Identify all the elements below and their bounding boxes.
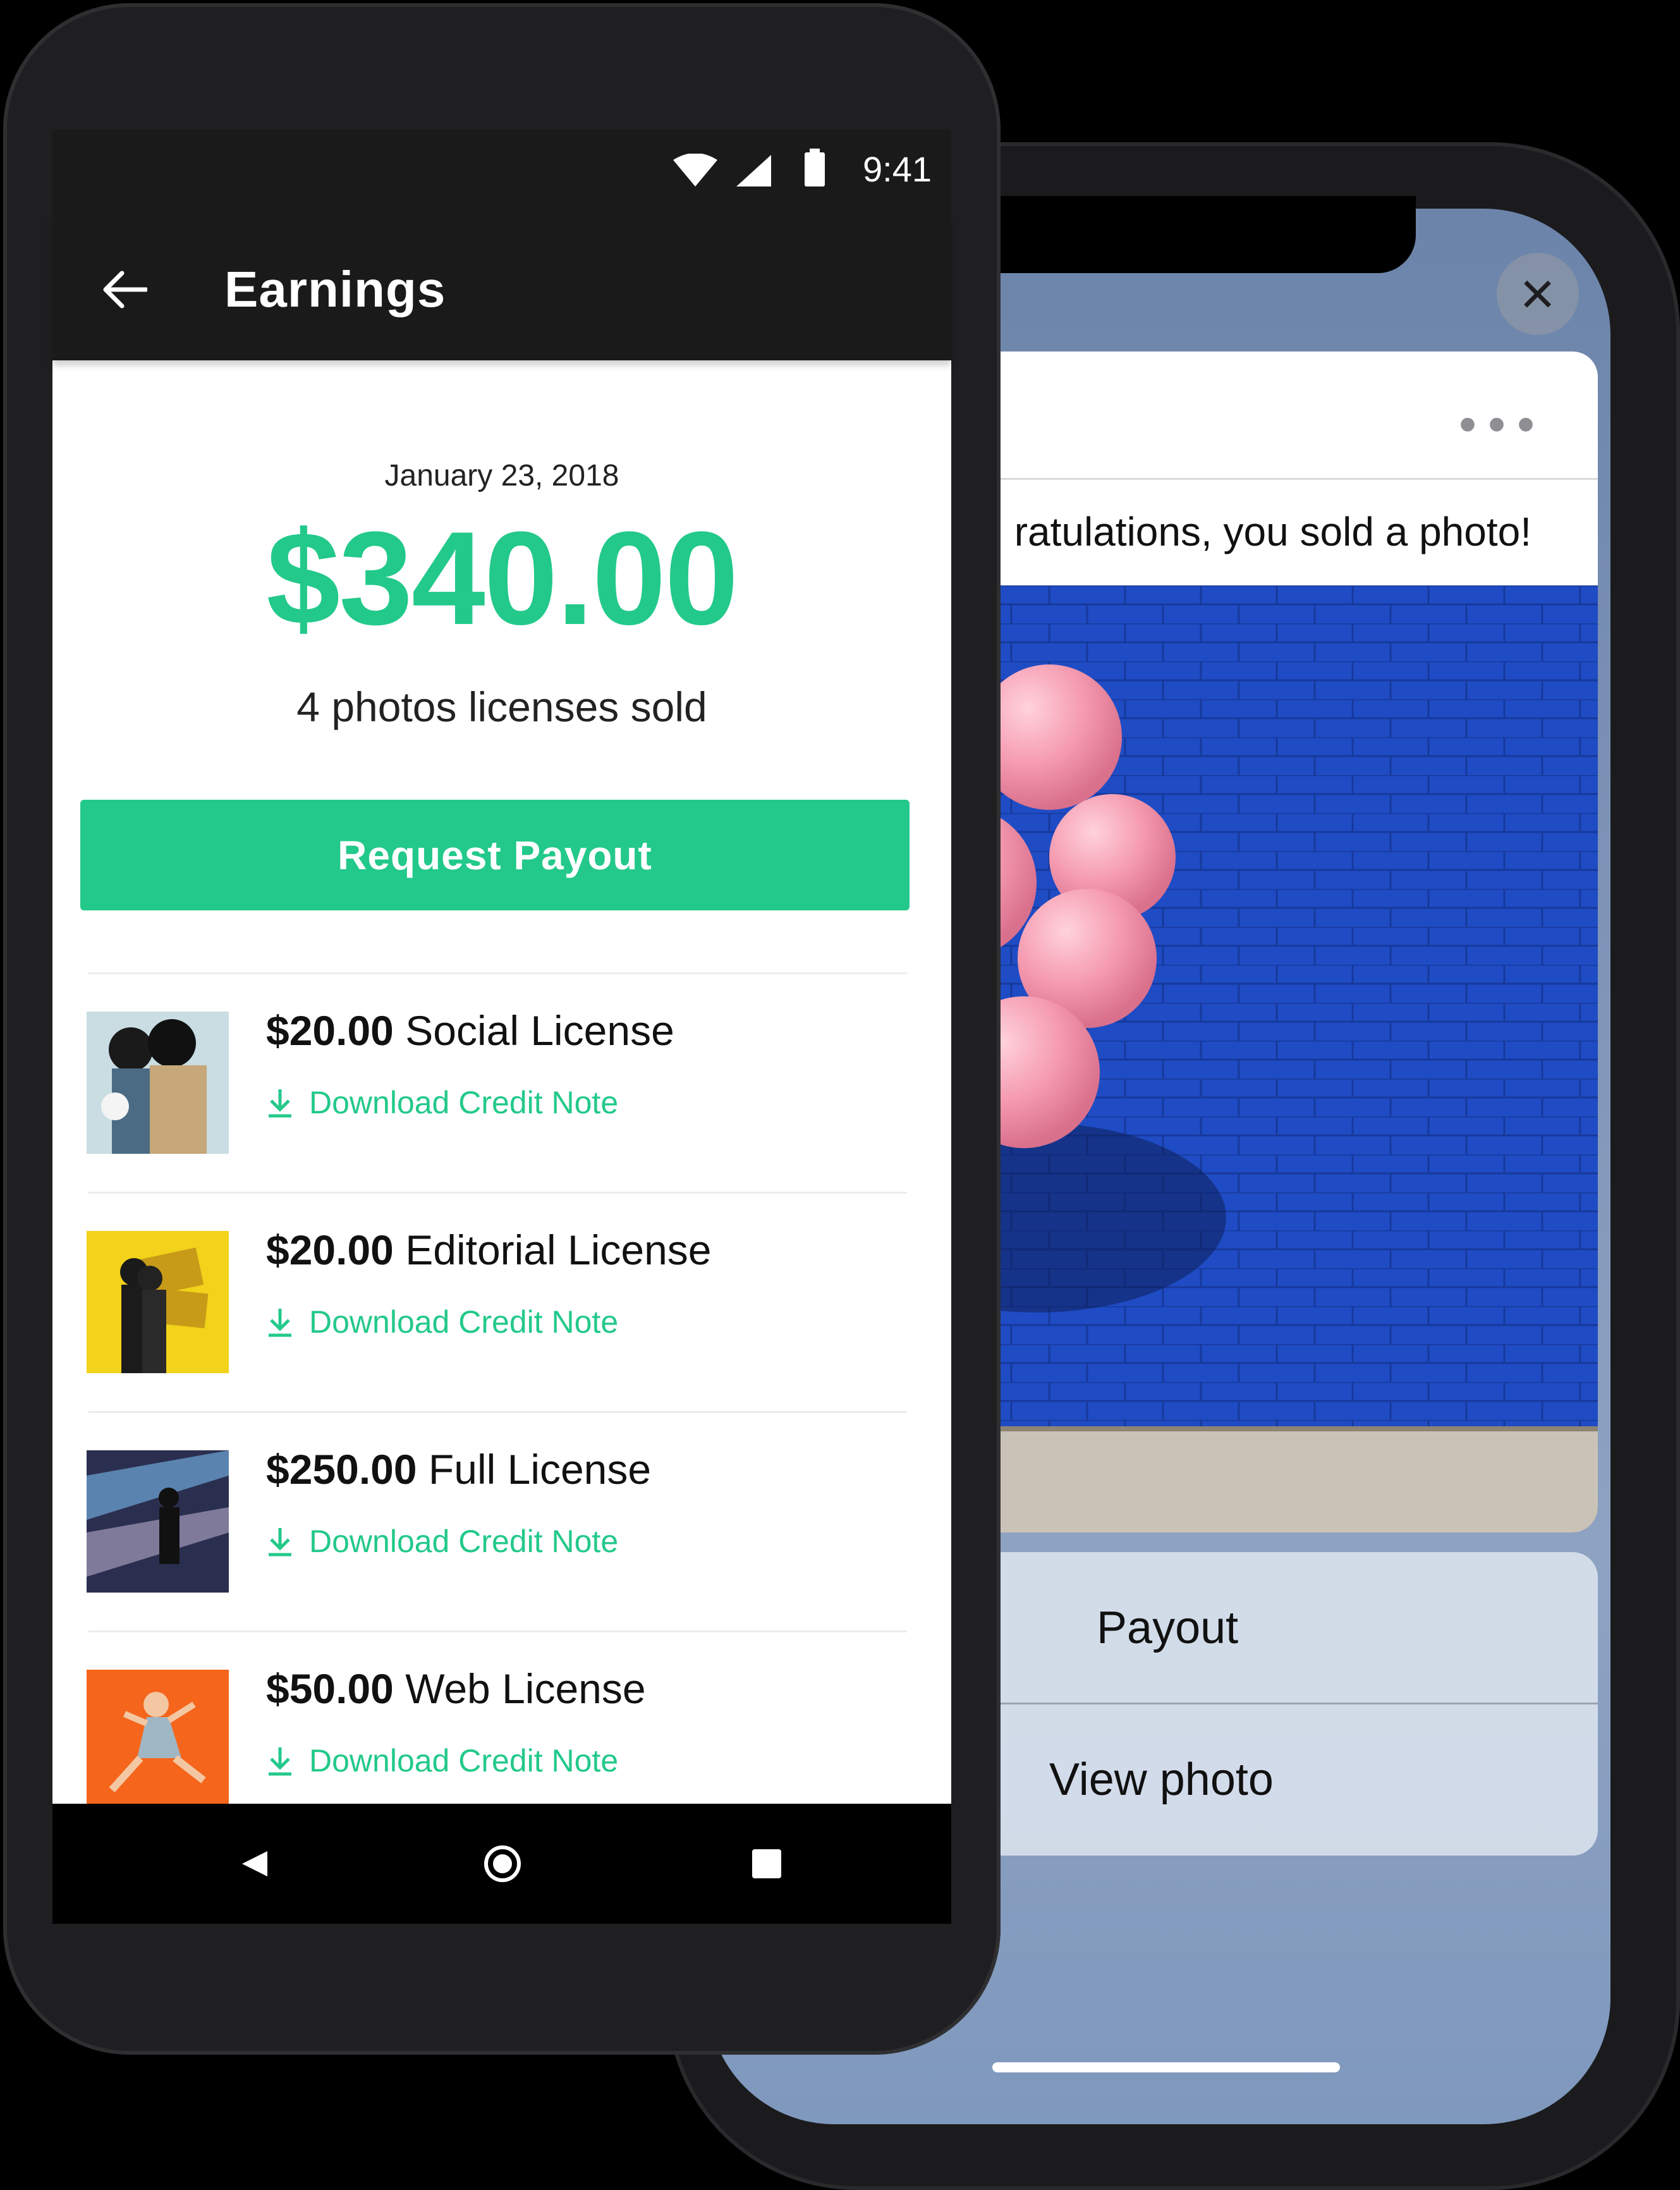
license-row: $250.00 Full License Download Credit Not…	[52, 1412, 951, 1630]
circle-home-icon	[484, 1845, 521, 1882]
license-thumbnail[interactable]	[87, 1670, 229, 1804]
licenses-sold-count: 4 photos licenses sold	[296, 683, 707, 730]
more-dots-icon[interactable]: •••	[1459, 399, 1546, 450]
license-title: $20.00 Social License	[266, 1006, 674, 1055]
license-name: Editorial License	[405, 1227, 712, 1273]
download-icon	[269, 1528, 291, 1557]
close-button[interactable]: ×	[1476, 253, 1599, 335]
download-label: Download Credit Note	[309, 1304, 619, 1340]
download-credit-note-link[interactable]: Download Credit Note	[266, 1523, 618, 1560]
license-name: Social License	[405, 1007, 674, 1054]
home-indicator[interactable]	[992, 2062, 1340, 2072]
wifi-icon	[673, 154, 717, 187]
download-icon	[269, 1747, 291, 1776]
license-title: $250.00 Full License	[266, 1445, 651, 1493]
download-label: Download Credit Note	[309, 1524, 619, 1559]
license-thumbnail[interactable]	[87, 1231, 229, 1373]
license-name: Web License	[405, 1665, 646, 1712]
page-title: Earnings	[224, 260, 446, 317]
license-name: Full License	[428, 1446, 652, 1493]
license-thumbnail[interactable]	[87, 1012, 229, 1154]
download-label: Download Credit Note	[309, 1743, 619, 1778]
download-icon	[269, 1089, 291, 1118]
license-price: $20.00	[266, 1227, 394, 1273]
license-title: $50.00 Web License	[266, 1665, 646, 1713]
download-credit-note-link[interactable]: Download Credit Note	[266, 1304, 618, 1340]
earnings-amount: $340.00	[266, 504, 738, 652]
license-price: $20.00	[266, 1007, 394, 1054]
download-credit-note-link[interactable]: Download Credit Note	[266, 1742, 618, 1779]
signal-icon	[736, 155, 771, 187]
request-payout-button[interactable]: Request Payout	[80, 800, 910, 910]
license-title: $20.00 Editorial License	[266, 1226, 712, 1274]
triangle-back-icon	[242, 1851, 267, 1876]
download-credit-note-link[interactable]: Download Credit Note	[266, 1084, 618, 1121]
app-bar: Earnings	[52, 218, 951, 360]
android-nav-bar	[52, 1804, 951, 1924]
license-row: $20.00 Editorial License Download Credit…	[52, 1193, 951, 1411]
square-recents-icon	[752, 1849, 781, 1878]
download-label: Download Credit Note	[309, 1085, 619, 1120]
battery-icon	[805, 149, 825, 187]
license-row: $20.00 Social License Download Credit No…	[52, 974, 951, 1192]
nav-recents-button[interactable]	[735, 1832, 798, 1895]
close-icon: ×	[1496, 253, 1579, 335]
arrow-left-icon	[103, 271, 147, 309]
nav-back-button[interactable]	[223, 1832, 286, 1895]
license-row: $50.00 Web License Download Credit Note	[52, 1632, 951, 1804]
license-price: $50.00	[266, 1665, 394, 1712]
status-time: 9:41	[863, 149, 932, 189]
download-icon	[269, 1309, 291, 1337]
earnings-date: January 23, 2018	[384, 459, 619, 492]
nav-home-button[interactable]	[471, 1832, 534, 1895]
status-bar: 9:41	[52, 130, 951, 218]
license-price: $250.00	[266, 1446, 417, 1493]
license-thumbnail[interactable]	[87, 1450, 229, 1593]
back-button[interactable]	[90, 255, 160, 324]
